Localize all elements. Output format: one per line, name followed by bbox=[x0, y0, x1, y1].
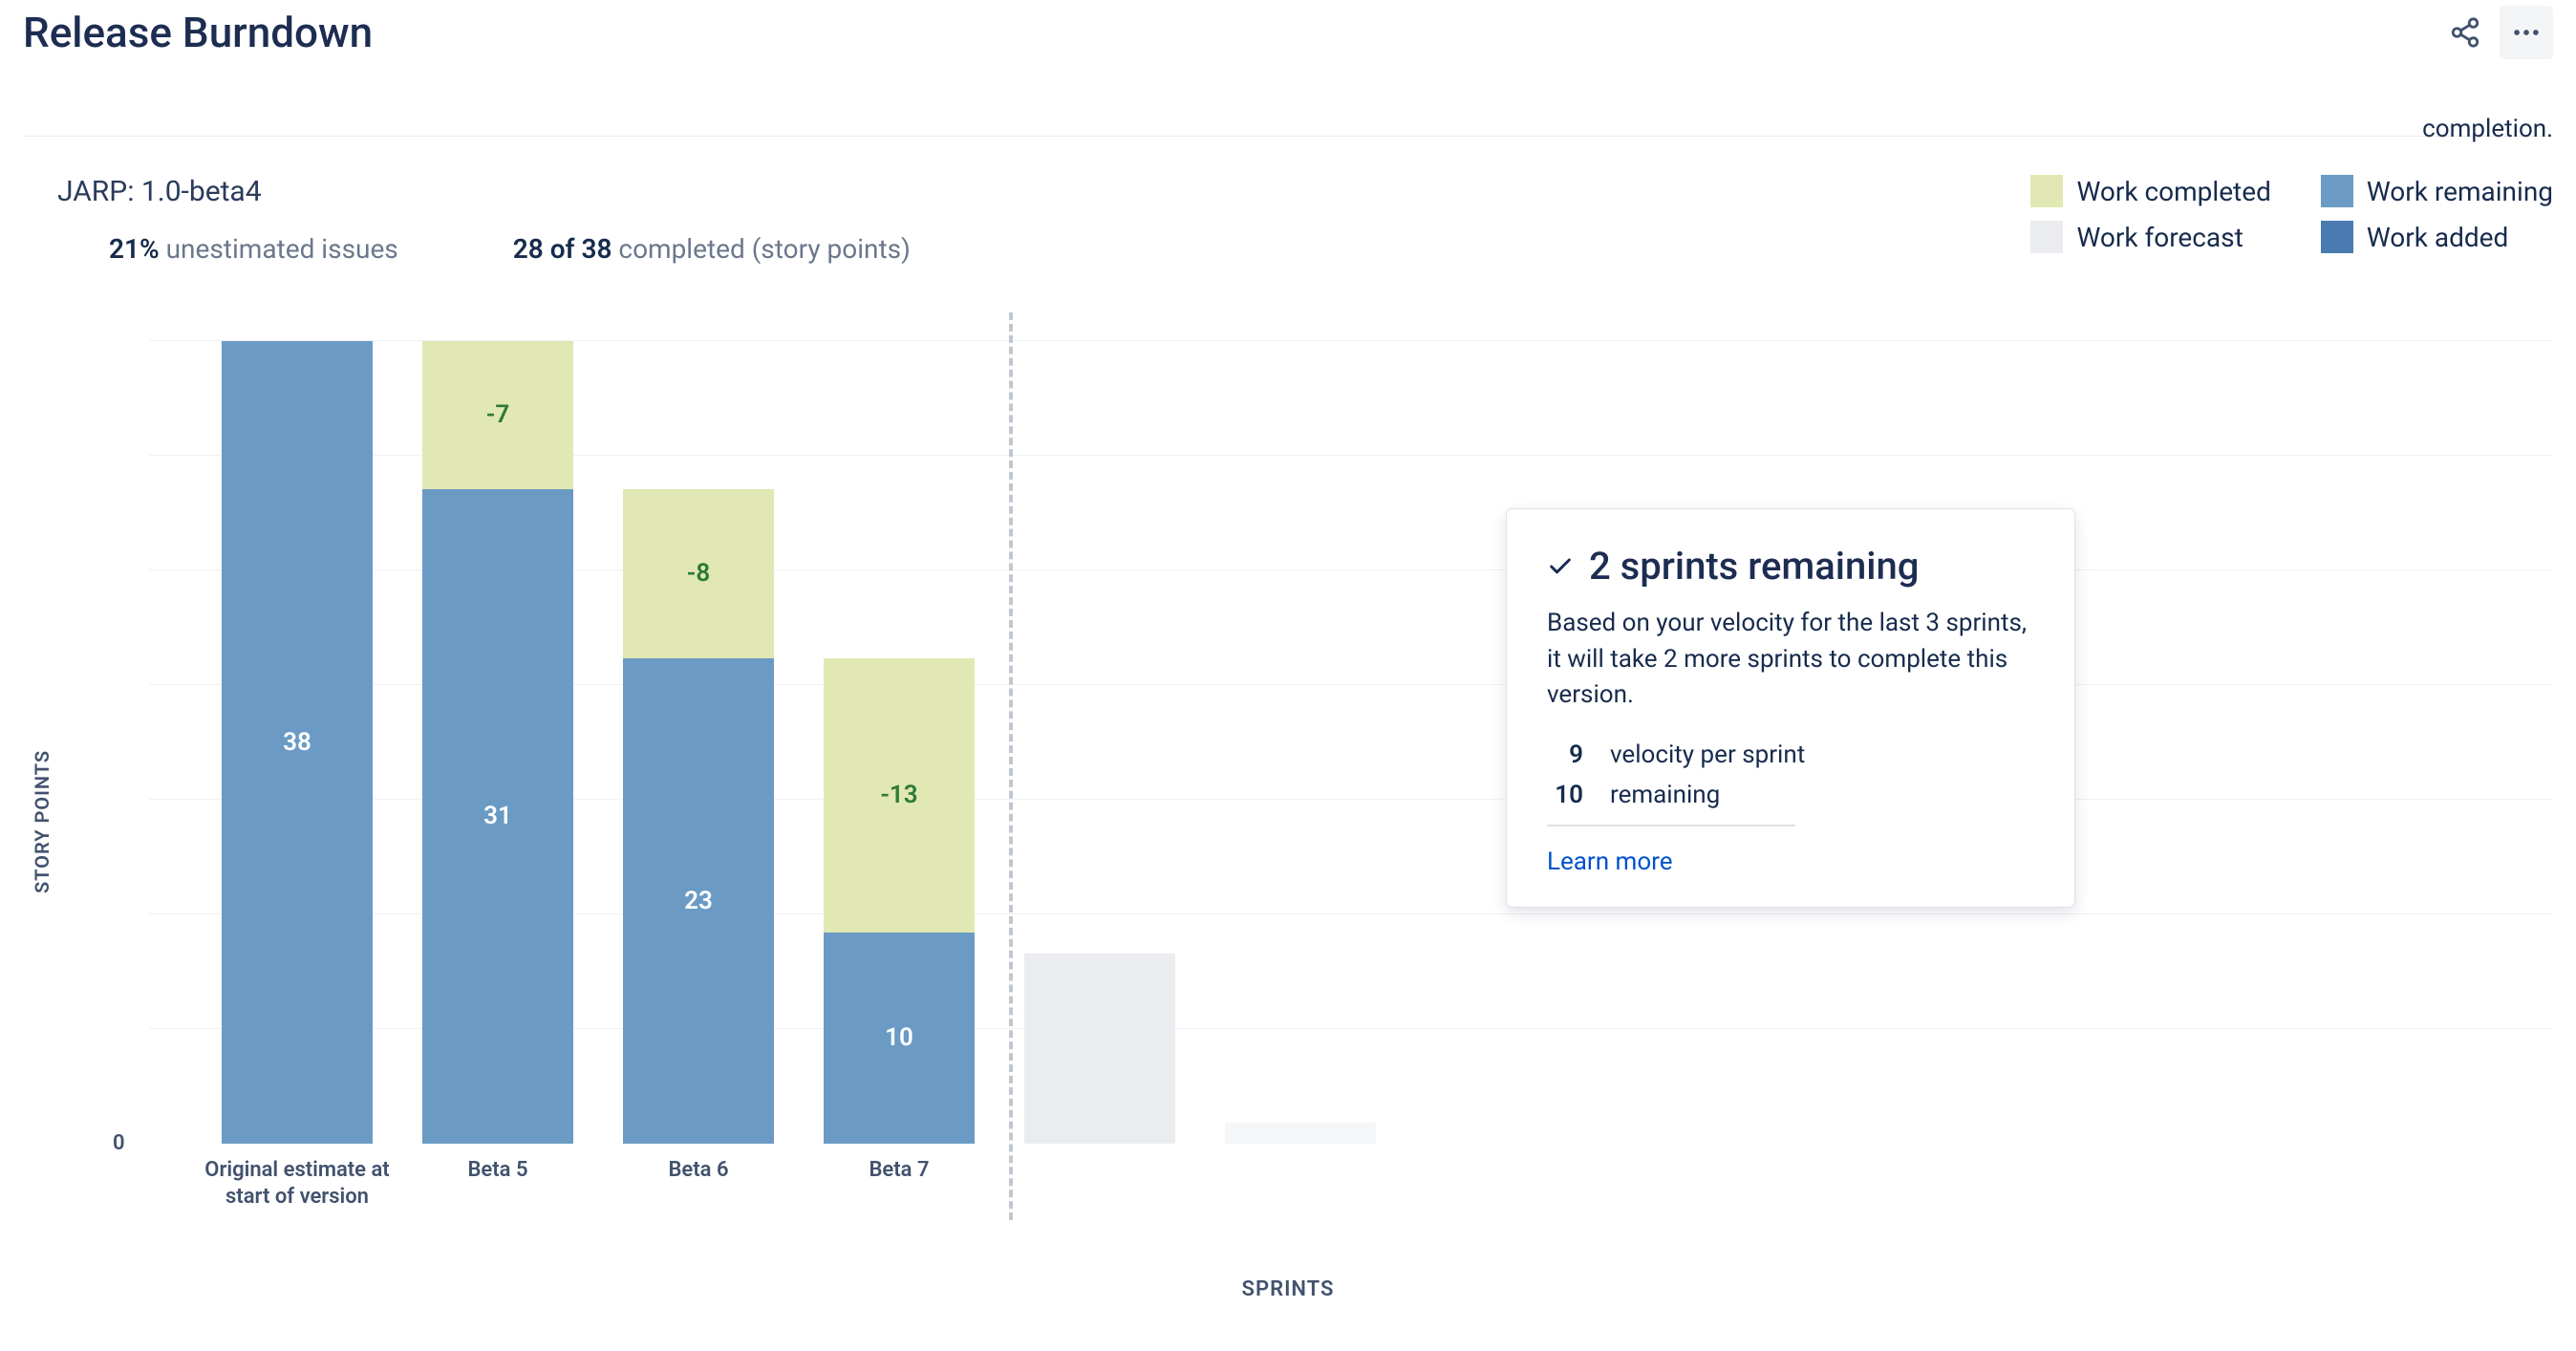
x-tick-label: Beta 6 bbox=[598, 1144, 799, 1184]
corner-text: completion. bbox=[2422, 115, 2553, 143]
chart-column[interactable]: 38Original estimate at start of version bbox=[197, 341, 397, 1144]
legend-added-label: Work added bbox=[2367, 222, 2508, 253]
legend-forecast-label: Work forecast bbox=[2076, 222, 2243, 253]
legend-remaining: Work remaining bbox=[2321, 175, 2553, 207]
remaining-segment: 10 bbox=[824, 933, 975, 1144]
more-horizontal-icon bbox=[2510, 16, 2543, 49]
page-title: Release Burndown bbox=[23, 8, 373, 57]
completed-value: 28 of 38 bbox=[513, 233, 612, 265]
forecast-segment bbox=[1024, 954, 1175, 1144]
x-tick-label: Original estimate at start of version bbox=[197, 1144, 397, 1210]
remaining-label: remaining bbox=[1610, 781, 1720, 809]
chart-column[interactable]: 31-7Beta 5 bbox=[397, 341, 598, 1144]
remaining-value: 10 bbox=[1547, 781, 1583, 809]
swatch-added bbox=[2321, 221, 2353, 253]
unestimated-pct: 21% bbox=[109, 233, 160, 265]
velocity-value: 9 bbox=[1547, 740, 1583, 769]
card-divider bbox=[1547, 825, 1795, 826]
chart-column[interactable]: 10-13Beta 7 bbox=[799, 341, 999, 1144]
completed-segment: -13 bbox=[824, 658, 975, 933]
share-button[interactable] bbox=[2438, 6, 2492, 59]
x-tick-label: Beta 7 bbox=[799, 1144, 999, 1184]
chart-column[interactable] bbox=[999, 341, 1200, 1144]
remaining-segment: 38 bbox=[222, 341, 373, 1144]
chart-bars: 38Original estimate at start of version3… bbox=[197, 341, 2553, 1144]
y-axis-label: STORY POINTS bbox=[31, 749, 54, 892]
swatch-remaining bbox=[2321, 175, 2353, 207]
legend-added: Work added bbox=[2321, 221, 2553, 253]
forecast-card-title: 2 sprints remaining bbox=[1589, 544, 1919, 589]
legend-remaining-label: Work remaining bbox=[2367, 176, 2553, 207]
version-label: JARP: 1.0-beta4 bbox=[57, 175, 2030, 208]
unestimated-stat: 21% unestimated issues bbox=[109, 233, 398, 265]
x-axis-label: SPRINTS bbox=[23, 1277, 2553, 1301]
swatch-completed bbox=[2030, 175, 2063, 207]
chart-column[interactable] bbox=[1200, 341, 1401, 1144]
check-icon bbox=[1547, 553, 1574, 580]
legend-completed: Work completed bbox=[2030, 175, 2270, 207]
learn-more-link[interactable]: Learn more bbox=[1547, 847, 1673, 876]
forecast-card-desc: Based on your velocity for the last 3 sp… bbox=[1547, 606, 2034, 714]
remaining-segment: 31 bbox=[422, 489, 573, 1144]
legend-forecast: Work forecast bbox=[2030, 221, 2270, 253]
zero-tick: 0 bbox=[113, 1131, 125, 1155]
legend: Work completed Work remaining Work forec… bbox=[2030, 175, 2553, 253]
chart-plot: 0 38Original estimate at start of versio… bbox=[147, 341, 2553, 1144]
forecast-card: 2 sprints remaining Based on your veloci… bbox=[1506, 508, 2075, 908]
completed-segment: -7 bbox=[422, 341, 573, 489]
completed-label: completed (story points) bbox=[618, 233, 910, 265]
remaining-segment: 23 bbox=[623, 658, 774, 1144]
unestimated-label: unestimated issues bbox=[166, 233, 398, 265]
legend-completed-label: Work completed bbox=[2076, 176, 2270, 207]
share-icon bbox=[2449, 16, 2481, 49]
completed-segment: -8 bbox=[623, 489, 774, 658]
swatch-forecast bbox=[2030, 221, 2063, 253]
velocity-row: 9 velocity per sprint bbox=[1547, 735, 2034, 775]
completed-stat: 28 of 38 completed (story points) bbox=[513, 233, 911, 265]
velocity-label: velocity per sprint bbox=[1610, 740, 1805, 769]
x-tick-label: Beta 5 bbox=[397, 1144, 598, 1184]
chart-column[interactable]: 23-8Beta 6 bbox=[598, 341, 799, 1144]
remaining-row: 10 remaining bbox=[1547, 775, 2034, 815]
more-actions-button[interactable] bbox=[2500, 6, 2553, 59]
forecast-segment bbox=[1225, 1123, 1376, 1144]
